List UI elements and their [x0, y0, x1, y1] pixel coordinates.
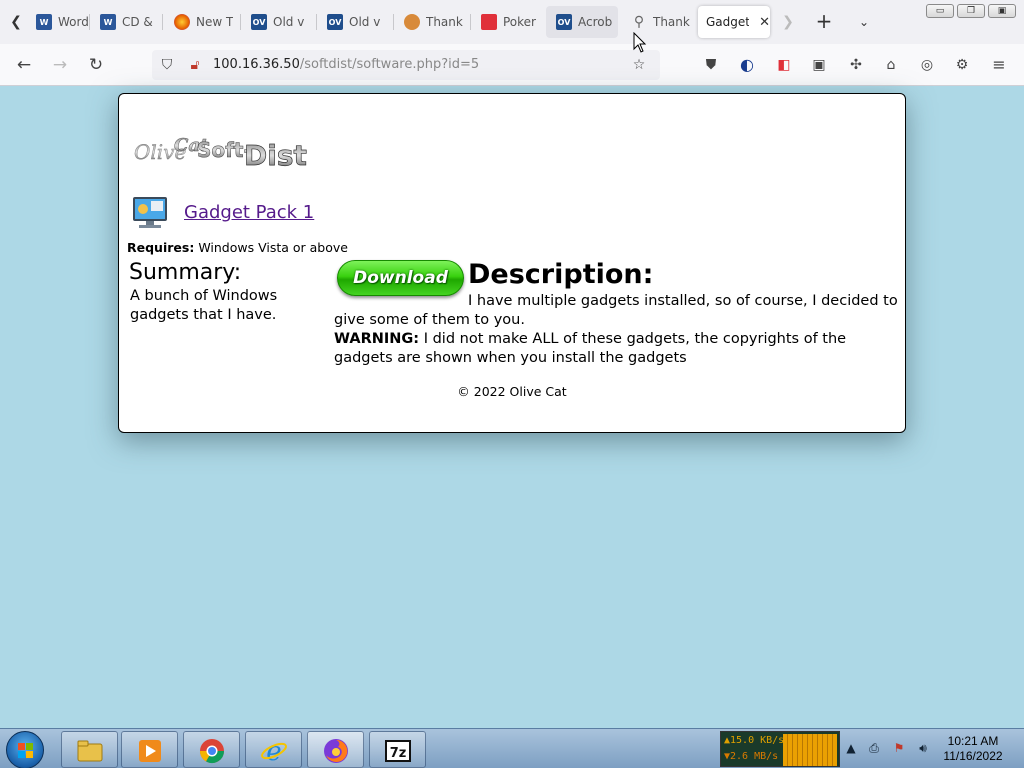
- pocket-icon[interactable]: ⛊: [701, 55, 721, 75]
- taskbar-media-player[interactable]: [121, 731, 178, 768]
- taskbar-chrome[interactable]: [183, 731, 240, 768]
- download-button[interactable]: Download: [337, 260, 464, 296]
- list-all-tabs-icon[interactable]: ⌄: [854, 12, 874, 32]
- extension-dark-reader-icon[interactable]: ◐: [737, 55, 757, 75]
- extension-gift-icon[interactable]: ⌂: [881, 55, 901, 75]
- word-icon: W: [36, 14, 52, 30]
- extension-gear-icon[interactable]: ⚙: [952, 55, 972, 75]
- tab-gadget[interactable]: Gadget ✕: [698, 6, 770, 38]
- close-tab-icon[interactable]: ✕: [759, 15, 770, 30]
- extension-feed-icon[interactable]: ◎: [917, 55, 937, 75]
- svg-text:e: e: [266, 737, 281, 765]
- ov-icon: OV: [327, 14, 343, 30]
- tab-separator: [162, 14, 163, 30]
- folder-icon: [77, 740, 103, 762]
- clock-time: 10:21 AM: [947, 734, 999, 748]
- tracking-shield-icon[interactable]: ⛉: [158, 56, 176, 74]
- description-text: I have multiple gadgets installed, so of…: [334, 293, 898, 328]
- mouse-cursor-icon: [633, 32, 647, 53]
- forward-button[interactable]: →: [49, 54, 71, 76]
- close-window-button[interactable]: ▣: [988, 4, 1016, 18]
- clock-date: 11/16/2022: [943, 749, 1003, 763]
- tab-acrobat[interactable]: OV Acrob: [546, 6, 618, 38]
- tab-bar: ❮ W Word W CD & New T OV Old v OV Old v …: [0, 0, 1024, 44]
- tab-poker[interactable]: Poker: [471, 6, 545, 38]
- extension-screenshot-icon[interactable]: ▣: [809, 55, 829, 75]
- network-tray-icon[interactable]: ⎙: [866, 740, 882, 756]
- thanks-icon: [404, 14, 420, 30]
- summary-heading: Summary:: [129, 260, 242, 285]
- tab-new-tab[interactable]: New T: [164, 6, 238, 38]
- word-icon: W: [100, 14, 116, 30]
- back-button[interactable]: ←: [13, 54, 35, 76]
- show-hidden-icons-icon[interactable]: ▲: [843, 740, 859, 756]
- svg-text:7z: 7z: [390, 746, 407, 761]
- system-clock[interactable]: 10:21 AM 11/16/2022: [940, 734, 1006, 764]
- media-player-icon: [139, 740, 161, 762]
- taskbar: e 7z ▲15.0 KB/s ▼2.6 MB/s ▲ ⎙ ⚑ 🔊︎ 10:21…: [0, 728, 1024, 768]
- poker-icon: [481, 14, 497, 30]
- taskbar-7zip[interactable]: 7z: [369, 731, 426, 768]
- chrome-icon: [200, 739, 224, 764]
- software-title-link[interactable]: Gadget Pack 1: [184, 202, 314, 223]
- tab-scroll-right-icon[interactable]: ❯: [778, 12, 798, 32]
- bookmark-star-icon[interactable]: ☆: [630, 56, 648, 74]
- site-logo: Olive Cat Soft- Dist: [134, 135, 307, 173]
- firefox-icon: [174, 14, 190, 30]
- network-graph: [783, 734, 837, 766]
- extension-red-icon[interactable]: ◧: [774, 55, 794, 75]
- volume-icon[interactable]: 🔊︎: [915, 740, 931, 756]
- taskbar-firefox[interactable]: [307, 731, 364, 768]
- description-heading: Description:: [468, 259, 654, 290]
- internet-explorer-icon: e: [261, 737, 287, 765]
- tab-old-v-1[interactable]: OV Old v: [241, 6, 315, 38]
- insecure-lock-icon[interactable]: 🔓︎: [186, 56, 204, 74]
- new-tab-button[interactable]: +: [814, 11, 834, 32]
- url-text[interactable]: 100.16.36.50/softdist/software.php?id=5: [213, 57, 479, 72]
- network-monitor[interactable]: ▲15.0 KB/s ▼2.6 MB/s: [720, 731, 840, 767]
- tab-word[interactable]: W Word: [26, 6, 88, 38]
- tab-old-v-2[interactable]: OV Old v: [317, 6, 391, 38]
- reload-button[interactable]: ↻: [85, 54, 107, 76]
- tab-thank-1[interactable]: Thank: [394, 6, 468, 38]
- monitor-icon: [133, 197, 167, 228]
- action-center-flag-icon[interactable]: ⚑: [891, 740, 907, 756]
- windows-logo-icon: [18, 743, 33, 758]
- firefox-icon: [324, 739, 348, 763]
- software-card: Olive Cat Soft- Dist Gadget Pack 1 Requi…: [118, 93, 906, 433]
- taskbar-internet-explorer[interactable]: e: [245, 731, 302, 768]
- ov-icon: OV: [251, 14, 267, 30]
- requirements: Requires: Windows Vista or above: [127, 240, 348, 255]
- restore-button[interactable]: ❐: [957, 4, 985, 18]
- upload-speed: ▲15.0 KB/s: [724, 735, 785, 746]
- search-icon: ⚲: [633, 14, 645, 30]
- nav-bar: ← → ↻ ⛉ 🔓︎ 100.16.36.50/softdist/softwar…: [0, 44, 1024, 86]
- tab-scroll-left-icon[interactable]: ❮: [6, 12, 26, 32]
- tab-cd[interactable]: W CD &: [90, 6, 160, 38]
- 7zip-icon: 7z: [385, 740, 411, 762]
- menu-hamburger-icon[interactable]: ≡: [989, 55, 1009, 75]
- start-button[interactable]: [6, 731, 44, 768]
- copyright-footer: © 2022 Olive Cat: [457, 384, 567, 399]
- warning-text: WARNING: I did not make ALL of these gad…: [334, 331, 847, 366]
- minimize-button[interactable]: ▭: [926, 4, 954, 18]
- summary-text: A bunch of Windows gadgets that I have.: [130, 288, 278, 323]
- svg-text:Dist: Dist: [244, 139, 307, 172]
- extension-puzzle-icon[interactable]: ✣: [846, 55, 866, 75]
- url-bar[interactable]: ⛉ 🔓︎ 100.16.36.50/softdist/software.php?…: [152, 50, 660, 80]
- ov-icon: OV: [556, 14, 572, 30]
- download-speed: ▼2.6 MB/s: [724, 751, 779, 762]
- taskbar-file-explorer[interactable]: [61, 731, 118, 768]
